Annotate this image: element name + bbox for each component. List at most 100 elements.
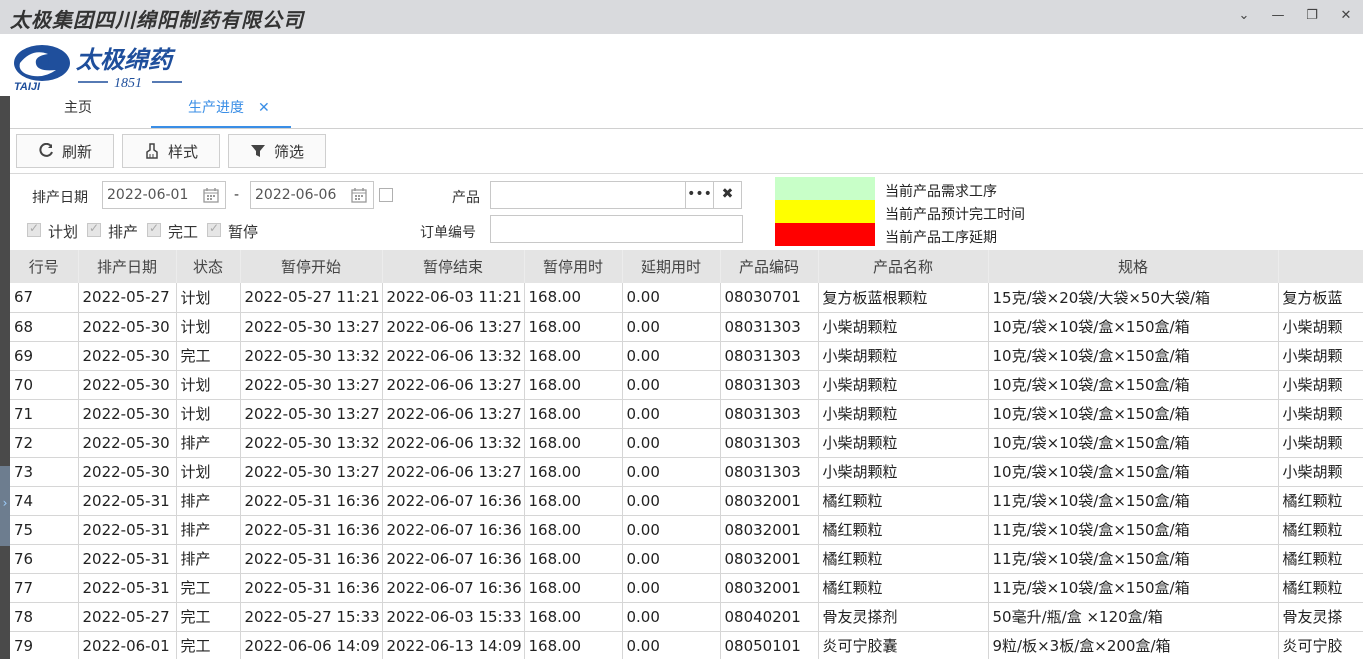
table-row[interactable]: 74 2022-05-31 排产 2022-05-31 16:36 2022-06-07…: [10, 486, 1363, 516]
table-cell: 2022-05-31: [78, 544, 177, 574]
table-cell: 0.00: [622, 428, 721, 458]
table-cell: 2022-05-27: [78, 283, 177, 313]
order-input[interactable]: [490, 215, 743, 243]
status-plan-label: 计划: [48, 223, 79, 241]
style-button[interactable]: 样式: [122, 134, 220, 168]
table-cell: 2022-06-06 13:27: [382, 312, 525, 342]
table-cell: 2022-06-07 16:36: [382, 544, 525, 574]
tab-production-progress-label: 生产进度: [188, 100, 244, 116]
table-cell: 10克/袋×10袋/盒×150盒/箱: [988, 370, 1279, 400]
restore-icon[interactable]: ❐: [1303, 7, 1321, 25]
product-input[interactable]: [490, 181, 686, 209]
table-cell: 10克/袋×10袋/盒×150盒/箱: [988, 341, 1279, 371]
table-cell: 2022-06-06 13:32: [382, 341, 525, 371]
table-cell: 0.00: [622, 370, 721, 400]
chevron-down-icon[interactable]: ⌄: [1235, 7, 1253, 25]
status-paused-checkbox[interactable]: [207, 221, 221, 237]
date-to-input[interactable]: 2022-06-06: [250, 181, 374, 209]
minimize-icon[interactable]: —: [1269, 7, 1287, 25]
date-from-input[interactable]: 2022-06-01: [102, 181, 226, 209]
col-spec[interactable]: 规格: [988, 250, 1279, 283]
tab-bar: 主页 生产进度 ✕: [10, 92, 1363, 129]
status-plan-checkbox[interactable]: [27, 221, 41, 237]
table-row[interactable]: 79 2022-06-01 完工 2022-06-06 14:09 2022-06-13…: [10, 631, 1363, 659]
table-cell: 2022-05-30 13:32: [240, 341, 383, 371]
refresh-button[interactable]: 刷新: [16, 134, 114, 168]
table-cell: 50毫升/瓶/盒 ×120盒/箱: [988, 602, 1279, 632]
table-cell: 2022-06-06 13:27: [382, 370, 525, 400]
col-pause-duration[interactable]: 暂停用时: [524, 250, 623, 283]
table-cell: 168.00: [524, 341, 623, 371]
table-row[interactable]: 76 2022-05-31 排产 2022-05-31 16:36 2022-06-07…: [10, 544, 1363, 574]
table-cell: 168.00: [524, 283, 623, 313]
calendar-icon[interactable]: [351, 187, 367, 203]
table-cell: 08031303: [720, 312, 819, 342]
col-pause-start[interactable]: 暂停开始: [240, 250, 383, 283]
status-scheduled-checkbox[interactable]: [87, 221, 101, 237]
table-cell: 2022-05-31 16:36: [240, 573, 383, 603]
table-cell: 排产: [176, 486, 241, 516]
table-row[interactable]: 67 2022-05-27 计划 2022-05-27 11:21 2022-06-03…: [10, 283, 1363, 313]
table-cell: 11克/袋×10袋/盒×150盒/箱: [988, 515, 1279, 545]
table-cell: 168.00: [524, 602, 623, 632]
close-icon[interactable]: ✕: [1337, 7, 1355, 25]
tab-home[interactable]: 主页: [64, 92, 92, 128]
table-cell: 168.00: [524, 544, 623, 574]
table-cell: 橘红颗粒: [1278, 486, 1363, 516]
table-row[interactable]: 70 2022-05-30 计划 2022-05-30 13:27 2022-06-06…: [10, 370, 1363, 400]
table-cell: 小柴胡颗: [1278, 428, 1363, 458]
col-product-name[interactable]: 产品名称: [818, 250, 989, 283]
tab-close-icon[interactable]: ✕: [258, 100, 270, 116]
table-cell: 10克/袋×10袋/盒×150盒/箱: [988, 399, 1279, 429]
table-cell: 0.00: [622, 399, 721, 429]
col-schedule-date[interactable]: 排产日期: [78, 250, 177, 283]
tab-home-label: 主页: [64, 100, 92, 116]
table-cell: 67: [10, 283, 79, 313]
chevron-right-icon[interactable]: ›: [0, 496, 10, 510]
table-row[interactable]: 68 2022-05-30 计划 2022-05-30 13:27 2022-06-06…: [10, 312, 1363, 342]
table-cell: 168.00: [524, 486, 623, 516]
table-row[interactable]: 73 2022-05-30 计划 2022-05-30 13:27 2022-06-06…: [10, 457, 1363, 487]
status-done-label: 完工: [168, 223, 199, 241]
brush-icon: [146, 143, 158, 159]
table-cell: 完工: [176, 341, 241, 371]
product-clear-button[interactable]: ✖: [713, 181, 742, 209]
date-separator: -: [234, 187, 240, 203]
table-cell: 68: [10, 312, 79, 342]
table-row[interactable]: 69 2022-05-30 完工 2022-05-30 13:32 2022-06-06…: [10, 341, 1363, 371]
calendar-icon[interactable]: [203, 187, 219, 203]
table-cell: 168.00: [524, 573, 623, 603]
table-cell: 11克/袋×10袋/盒×150盒/箱: [988, 544, 1279, 574]
product-browse-button[interactable]: •••: [685, 181, 714, 209]
col-row-no[interactable]: 行号: [10, 250, 79, 283]
table-cell: 75: [10, 515, 79, 545]
production-table: 行号 排产日期 状态 暂停开始 暂停结束 暂停用时 延期用时 产品编码 产品名称…: [10, 250, 1363, 659]
col-pause-end[interactable]: 暂停结束: [382, 250, 525, 283]
table-cell: 2022-05-30: [78, 312, 177, 342]
table-cell: 橘红颗粒: [818, 515, 989, 545]
table-row[interactable]: 77 2022-05-31 完工 2022-05-31 16:36 2022-06-07…: [10, 573, 1363, 603]
table-cell: 0.00: [622, 457, 721, 487]
table-cell: 2022-06-07 16:36: [382, 486, 525, 516]
col-delay-duration[interactable]: 延期用时: [622, 250, 721, 283]
table-cell: 计划: [176, 312, 241, 342]
date-enable-checkbox[interactable]: [379, 188, 393, 202]
table-cell: 08032001: [720, 486, 819, 516]
table-cell: 08031303: [720, 428, 819, 458]
tab-production-progress[interactable]: 生产进度 ✕: [151, 92, 291, 128]
col-status[interactable]: 状态: [176, 250, 241, 283]
table-row[interactable]: 71 2022-05-30 计划 2022-05-30 13:27 2022-06-06…: [10, 399, 1363, 429]
toolbar: 刷新 样式 筛选: [10, 130, 1363, 174]
side-panel-collapsed: ›: [0, 96, 10, 659]
table-row[interactable]: 78 2022-05-27 完工 2022-05-27 15:33 2022-06-03…: [10, 602, 1363, 632]
table-cell: 小柴胡颗粒: [818, 457, 989, 487]
status-done-checkbox[interactable]: [147, 221, 161, 237]
table-row[interactable]: 75 2022-05-31 排产 2022-05-31 16:36 2022-06-07…: [10, 515, 1363, 545]
table-cell: 完工: [176, 602, 241, 632]
table-cell: 2022-05-31: [78, 515, 177, 545]
col-product-code[interactable]: 产品编码: [720, 250, 819, 283]
table-row[interactable]: 72 2022-05-30 排产 2022-05-30 13:32 2022-06-06…: [10, 428, 1363, 458]
filter-button[interactable]: 筛选: [228, 134, 326, 168]
col-extra[interactable]: [1278, 250, 1363, 283]
table-cell: 炎可宁胶: [1278, 631, 1363, 659]
